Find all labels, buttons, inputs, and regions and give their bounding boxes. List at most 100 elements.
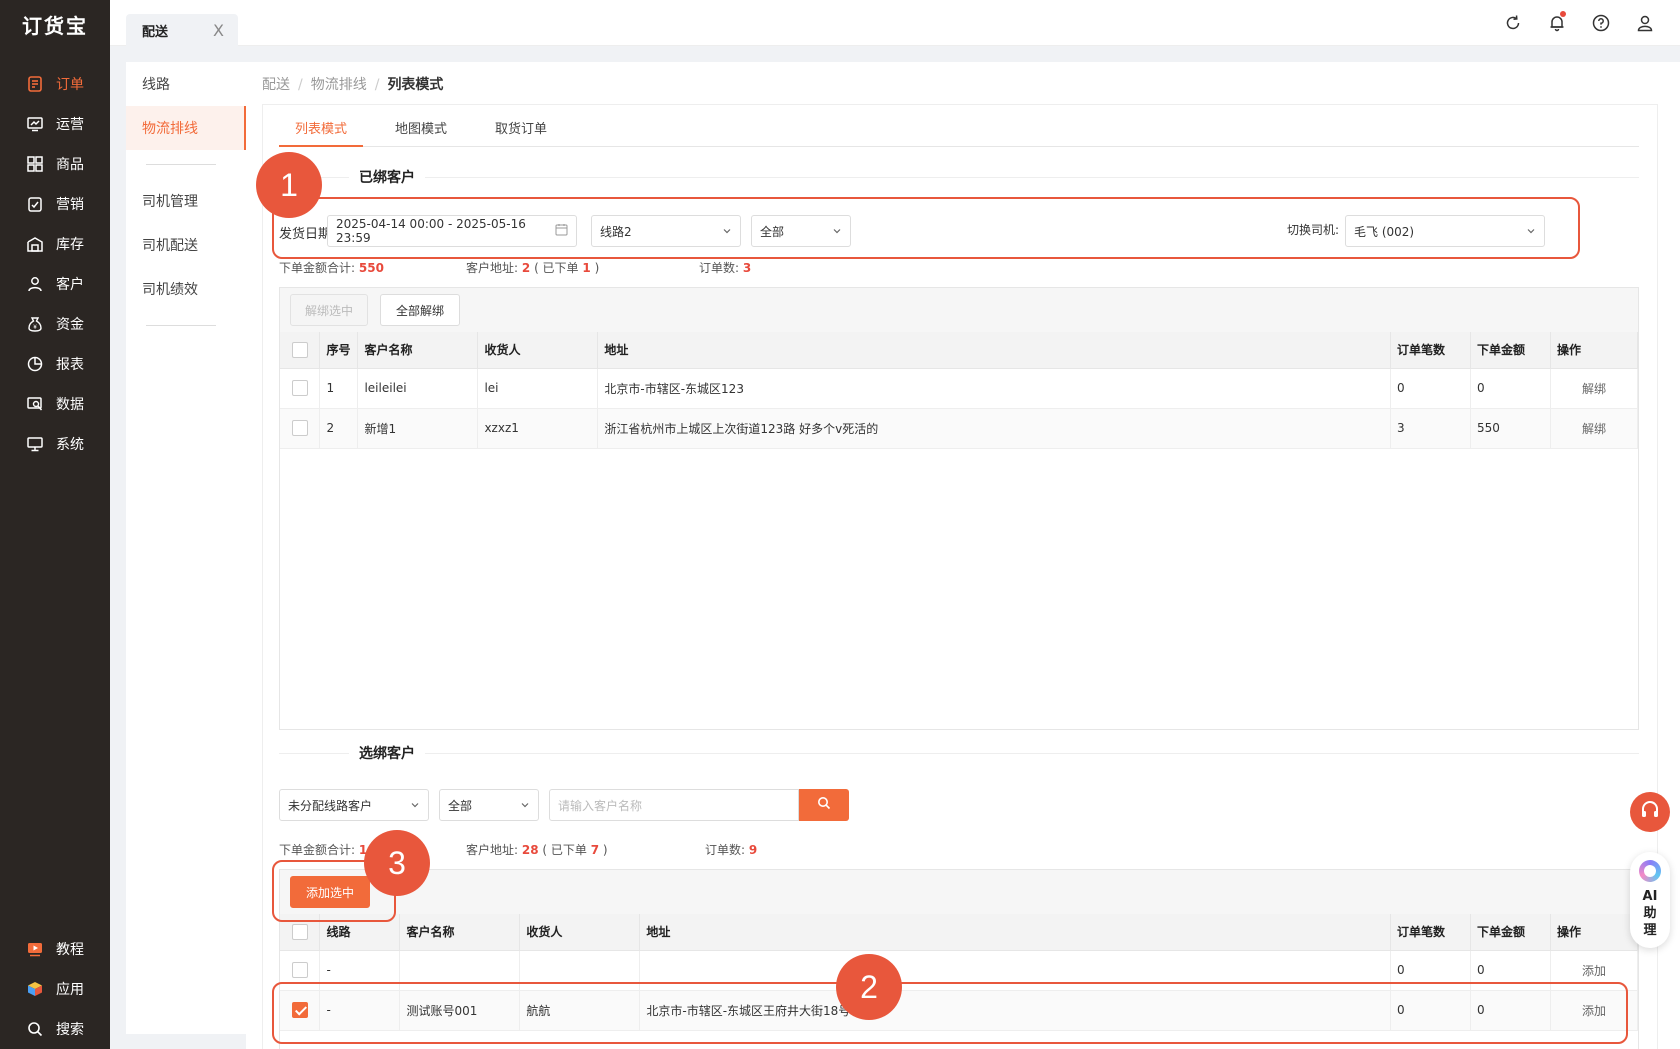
search-placeholder: 请输入客户名称 <box>558 798 643 813</box>
table-header: 线路 客户名称 收货人 地址 订单笔数 下单金额 操作 <box>280 914 1639 951</box>
row-checkbox-checked[interactable] <box>291 1002 308 1018</box>
sidebar-item-label: 搜索 <box>56 1022 84 1038</box>
video-icon <box>26 940 44 958</box>
status-select-value: 全部 <box>760 224 785 239</box>
cell-orders: 3 <box>1390 408 1471 449</box>
cell-amount: 550 <box>1470 408 1551 449</box>
sidebar-item-goods[interactable]: 商品 <box>0 144 110 184</box>
column-header: 地址 <box>639 914 1392 951</box>
goods-icon <box>26 155 44 173</box>
table-row: - 0 0 添加 <box>280 950 1639 991</box>
submenu-item-driver-manage[interactable]: 司机管理 <box>126 179 246 223</box>
route-select-value: 线路2 <box>600 224 632 239</box>
column-header: 订单笔数 <box>1390 914 1471 951</box>
bound-summary-address: 客户地址: 2 ( 已下单 1 ) <box>466 261 600 275</box>
tab-list-mode[interactable]: 列表模式 <box>279 113 364 147</box>
breadcrumb-item[interactable]: 物流排线 <box>311 77 367 93</box>
cell-address <box>639 950 1392 991</box>
ship-date-label: 发货日期 <box>279 227 332 242</box>
page-tab-delivery[interactable]: 配送 X <box>126 14 238 46</box>
sidebar-item-system[interactable]: 系统 <box>0 424 110 464</box>
submenu-item-driver-delivery[interactable]: 司机配送 <box>126 223 246 267</box>
sidebar-item-money[interactable]: ¥ 资金 <box>0 304 110 344</box>
tab-map-mode[interactable]: 地图模式 <box>379 113 463 147</box>
headset-icon <box>1639 799 1661 825</box>
select-table-wrap: 添加选中 线路 客户名称 收货人 地址 订单笔数 下单金额 操作 - 0 0 添… <box>279 869 1639 1049</box>
breadcrumb-item[interactable]: 配送 <box>262 77 290 93</box>
help-icon[interactable] <box>1590 12 1612 34</box>
cell-amount: 0 <box>1470 368 1551 409</box>
page-tab-label: 配送 <box>142 24 169 40</box>
user-icon[interactable] <box>1634 12 1656 34</box>
add-selected-button[interactable]: 添加选中 <box>290 876 370 908</box>
submenu-item-logistics[interactable]: 物流排线 <box>126 106 246 150</box>
route-select[interactable]: 线路2 <box>591 215 741 247</box>
status-select-value: 全部 <box>448 798 473 813</box>
driver-label: 切换司机: <box>1287 223 1340 237</box>
sidebar-item-tutorial[interactable]: 教程 <box>0 929 110 969</box>
submenu-item-driver-performance[interactable]: 司机绩效 <box>126 267 246 311</box>
select-table: 线路 客户名称 收货人 地址 订单笔数 下单金额 操作 - 0 0 添加 - 测… <box>280 914 1639 1049</box>
sidebar-item-apps[interactable]: 应用 <box>0 969 110 1009</box>
ship-date-picker[interactable]: 2025-04-14 00:00 - 2025-05-16 23:59 <box>327 215 577 247</box>
sidebar-item-customer[interactable]: 客户 <box>0 264 110 304</box>
cell-receiver: xzxz1 <box>477 408 599 449</box>
svg-text:¥: ¥ <box>33 325 37 331</box>
cell-no: 1 <box>319 368 359 409</box>
table-row: - 测试账号001 航航 北京市-市辖区-东城区王府井大街18号 0 0 添加 <box>280 990 1639 1031</box>
sidebar-item-marketing[interactable]: 营销 <box>0 184 110 224</box>
add-link[interactable]: 添加 <box>1550 990 1639 1031</box>
sidebar-item-label: 资金 <box>56 317 84 333</box>
bound-summary-orders: 订单数: 3 <box>699 261 752 275</box>
select-status-select[interactable]: 全部 <box>439 789 539 821</box>
chevron-down-icon <box>1526 226 1536 236</box>
unassigned-filter-select[interactable]: 未分配线路客户 <box>279 789 429 821</box>
sidebar-item-order[interactable]: 订单 <box>0 64 110 104</box>
cell-name: 测试账号001 <box>399 990 521 1031</box>
date-range-value: 2025-04-14 00:00 - 2025-05-16 23:59 <box>336 217 526 245</box>
main-content: 配送 / 物流排线 / 列表模式 列表模式 地图模式 取货订单 已绑客户 发货日期 20… <box>246 62 1680 1049</box>
sidebar-item-report[interactable]: 报表 <box>0 344 110 384</box>
column-header: 下单金额 <box>1470 332 1551 369</box>
cell-name <box>399 950 521 991</box>
row-checkbox[interactable] <box>291 420 308 436</box>
sidebar-item-label: 系统 <box>56 437 84 453</box>
submenu-item-route[interactable]: 线路 <box>126 62 246 106</box>
add-link[interactable]: 添加 <box>1550 950 1639 991</box>
sidebar-item-warehouse[interactable]: 库存 <box>0 224 110 264</box>
unbind-link[interactable]: 解绑 <box>1550 408 1639 449</box>
row-checkbox[interactable] <box>291 380 308 396</box>
data-icon <box>26 395 44 413</box>
cell-route: - <box>319 990 401 1031</box>
bell-icon[interactable] <box>1546 11 1568 34</box>
customer-service-button[interactable] <box>1630 792 1670 832</box>
select-summary-amount: 下单金额合计: 14 <box>279 843 376 857</box>
cell-amount: 0 <box>1470 950 1551 991</box>
row-checkbox[interactable] <box>291 962 308 978</box>
select-all-checkbox[interactable] <box>291 923 308 940</box>
customer-search-input[interactable]: 请输入客户名称 <box>549 789 799 821</box>
tab-pickup-orders[interactable]: 取货订单 <box>479 113 563 147</box>
ai-assistant-button[interactable]: AI 助 理 <box>1630 852 1670 948</box>
sidebar-item-search[interactable]: 搜索 <box>0 1009 110 1049</box>
top-bar: 配送 X <box>110 0 1680 46</box>
refresh-icon[interactable] <box>1502 12 1524 34</box>
select-all-checkbox[interactable] <box>291 341 308 358</box>
select-summary-orders: 订单数: 9 <box>705 843 758 857</box>
sidebar-item-operation[interactable]: 运营 <box>0 104 110 144</box>
cell-amount: 0 <box>1470 990 1551 1031</box>
cell-no: 2 <box>319 408 359 449</box>
unbind-all-button[interactable]: 全部解绑 <box>380 294 460 326</box>
cell-route: - <box>319 950 401 991</box>
annotation-number-2: 2 <box>836 954 902 1020</box>
search-button[interactable] <box>799 789 849 821</box>
sidebar-item-data[interactable]: 数据 <box>0 384 110 424</box>
close-icon[interactable]: X <box>213 21 224 40</box>
bound-table-wrap: 解绑选中 全部解绑 序号 客户名称 收货人 地址 订单笔数 下单金额 操作 1 … <box>279 287 1639 730</box>
table-row: 1 leileilei lei 北京市-市辖区-东城区123 0 0 解绑 <box>280 368 1639 409</box>
unbind-selected-button[interactable]: 解绑选中 <box>290 294 368 326</box>
status-select[interactable]: 全部 <box>751 215 851 247</box>
column-header: 订单笔数 <box>1390 332 1471 369</box>
unbind-link[interactable]: 解绑 <box>1550 368 1639 409</box>
driver-select[interactable]: 毛飞 (002) <box>1345 215 1545 247</box>
